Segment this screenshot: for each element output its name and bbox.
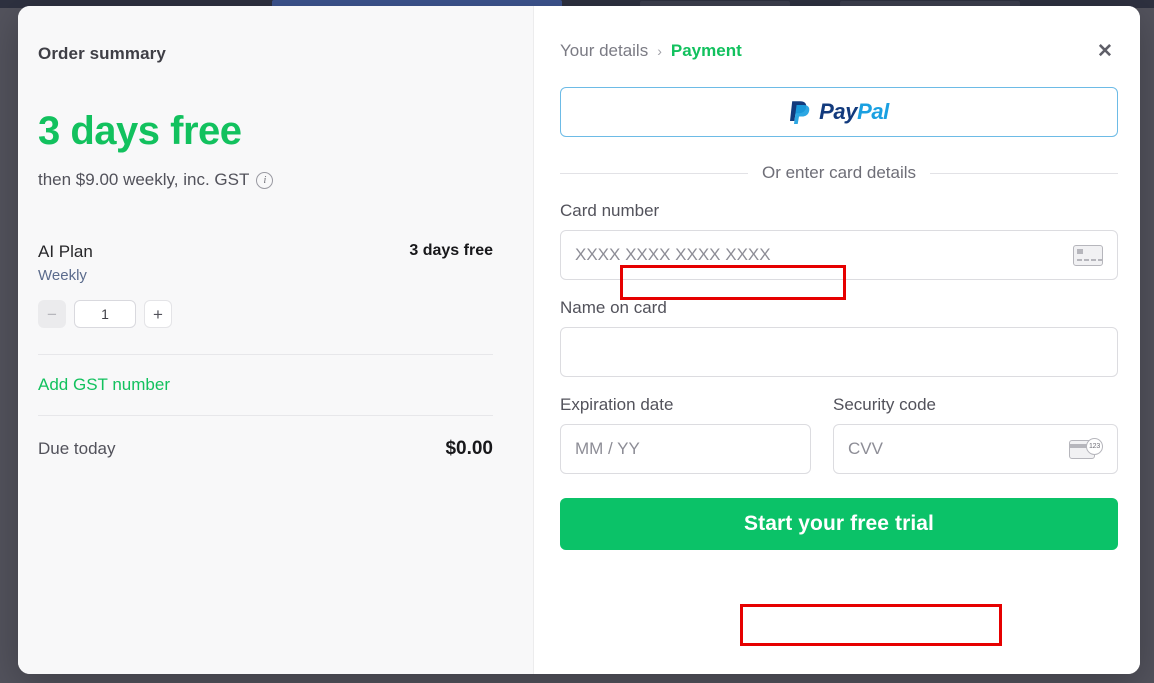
due-today-value: $0.00 (445, 438, 493, 459)
expiration-date-field: Expiration date (560, 395, 811, 474)
name-on-card-input[interactable] (575, 342, 1103, 362)
paypal-pal-text: Pal (857, 99, 889, 124)
cvv-card-icon: 123 (1069, 437, 1103, 461)
name-on-card-field: Name on card (560, 298, 1118, 377)
payment-panel: Your details › Payment ✕ PayPal Or enter… (534, 6, 1140, 674)
cvv-digits-badge: 123 (1086, 437, 1103, 455)
divider-line-left (560, 172, 748, 174)
expiration-date-input[interactable] (575, 439, 796, 459)
card-number-input-shell[interactable] (560, 230, 1118, 280)
paypal-button[interactable]: PayPal (560, 87, 1118, 137)
card-number-field: Card number (560, 201, 1118, 280)
breadcrumb-payment[interactable]: Payment (671, 41, 742, 61)
paypal-mark-icon (790, 101, 810, 124)
card-extra-fields-row: Expiration date Security code 123 (560, 395, 1118, 474)
trial-headline: 3 days free (38, 109, 242, 153)
name-on-card-input-shell[interactable] (560, 327, 1118, 377)
add-gst-row: Add GST number (38, 355, 493, 415)
breadcrumb-your-details[interactable]: Your details (560, 41, 648, 61)
chevron-right-icon: › (657, 43, 662, 59)
breadcrumb-bar: Your details › Payment ✕ (560, 38, 1118, 64)
security-code-input-shell[interactable]: 123 (833, 424, 1118, 474)
paypal-wordmark: PayPal (819, 99, 889, 125)
plan-price: 3 days free (409, 242, 493, 259)
name-on-card-label: Name on card (560, 298, 667, 317)
add-gst-number-link[interactable]: Add GST number (38, 375, 170, 394)
plan-period: Weekly (38, 267, 87, 284)
breadcrumb: Your details › Payment (560, 41, 742, 61)
trial-subtext: then $9.00 weekly, inc. GST i (38, 170, 493, 190)
divider-line-right (930, 172, 1119, 174)
due-today-label: Due today (38, 439, 116, 458)
divider-label-text: Or enter card details (762, 163, 917, 182)
quantity-input[interactable] (74, 300, 136, 328)
quantity-stepper: − + (38, 300, 493, 328)
plan-row: AI Plan Weekly 3 days free (38, 242, 493, 284)
page-title: Order summary (38, 44, 166, 63)
credit-card-icon (1073, 244, 1103, 266)
due-today-row: Due today $0.00 (38, 416, 493, 460)
plan-block: AI Plan Weekly 3 days free − + (38, 242, 493, 328)
paypal-pay-text: Pay (819, 99, 858, 124)
start-free-trial-button[interactable]: Start your free trial (560, 498, 1118, 550)
plan-name: AI Plan (38, 242, 93, 261)
close-icon[interactable]: ✕ (1092, 38, 1118, 64)
quantity-increase-button[interactable]: + (144, 300, 172, 328)
security-code-field: Security code 123 (833, 395, 1118, 474)
card-number-label: Card number (560, 201, 660, 220)
trial-subtext-label: then $9.00 weekly, inc. GST (38, 170, 250, 189)
expiration-date-input-shell[interactable] (560, 424, 811, 474)
info-icon[interactable]: i (256, 171, 274, 189)
card-number-input[interactable] (575, 245, 1073, 265)
quantity-decrease-button[interactable]: − (38, 300, 66, 328)
security-code-input[interactable] (848, 439, 1069, 459)
security-code-label: Security code (833, 395, 936, 414)
expiration-date-label: Expiration date (560, 395, 674, 414)
order-summary-panel: Order summary 3 days free then $9.00 wee… (18, 6, 534, 674)
paypal-logo: PayPal (789, 99, 889, 125)
or-enter-card-details-divider: Or enter card details (560, 163, 1119, 183)
checkout-modal: Order summary 3 days free then $9.00 wee… (18, 6, 1140, 674)
